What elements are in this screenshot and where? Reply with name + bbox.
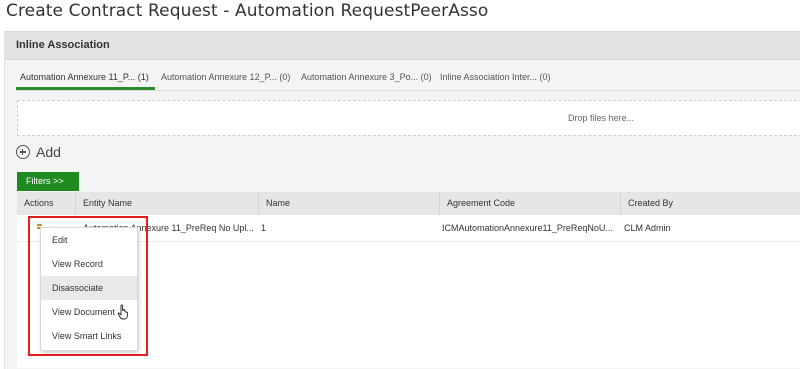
cell-created-by: CLM Admin bbox=[624, 223, 671, 233]
filters-button[interactable]: Filters >> bbox=[17, 172, 79, 191]
grid-header: Actions Entity Name Name Agreement Code … bbox=[17, 192, 800, 216]
add-button[interactable]: Add bbox=[16, 142, 61, 162]
tab-inline-association[interactable]: Inline Association Inter... (0) bbox=[440, 72, 551, 82]
hand-cursor-icon bbox=[117, 304, 128, 320]
plus-circle-icon bbox=[16, 145, 30, 159]
cell-agreement-code: ICMAutomationAnnexure11_PreReqNoU... bbox=[442, 223, 613, 233]
active-tab-indicator bbox=[16, 87, 155, 90]
column-header-created-by[interactable]: Created By bbox=[621, 192, 800, 215]
cell-name: 1 bbox=[261, 223, 267, 233]
tab-annexure-11[interactable]: Automation Annexure 11_P... (1) bbox=[20, 72, 149, 82]
column-header-entity-name[interactable]: Entity Name bbox=[76, 192, 259, 215]
section-header: Inline Association bbox=[4, 31, 800, 60]
column-header-name[interactable]: Name bbox=[259, 192, 440, 215]
tab-annexure-12[interactable]: Automation Annexure 12_P... (0) bbox=[161, 72, 290, 82]
page-title: Create Contract Request - Automation Req… bbox=[6, 1, 489, 21]
tab-bar: Automation Annexure 11_P... (1) Automati… bbox=[16, 68, 800, 91]
column-header-agreement-code[interactable]: Agreement Code bbox=[440, 192, 621, 215]
column-header-actions[interactable]: Actions bbox=[17, 192, 76, 215]
file-dropzone[interactable]: Drop files here... bbox=[17, 100, 800, 136]
tab-annexure-3[interactable]: Automation Annexure 3_Po... (0) bbox=[301, 72, 432, 82]
dropzone-text: Drop files here... bbox=[568, 113, 635, 123]
add-label: Add bbox=[36, 144, 61, 160]
section-title: Inline Association bbox=[16, 39, 110, 51]
annotation-highlight-box bbox=[28, 216, 148, 356]
